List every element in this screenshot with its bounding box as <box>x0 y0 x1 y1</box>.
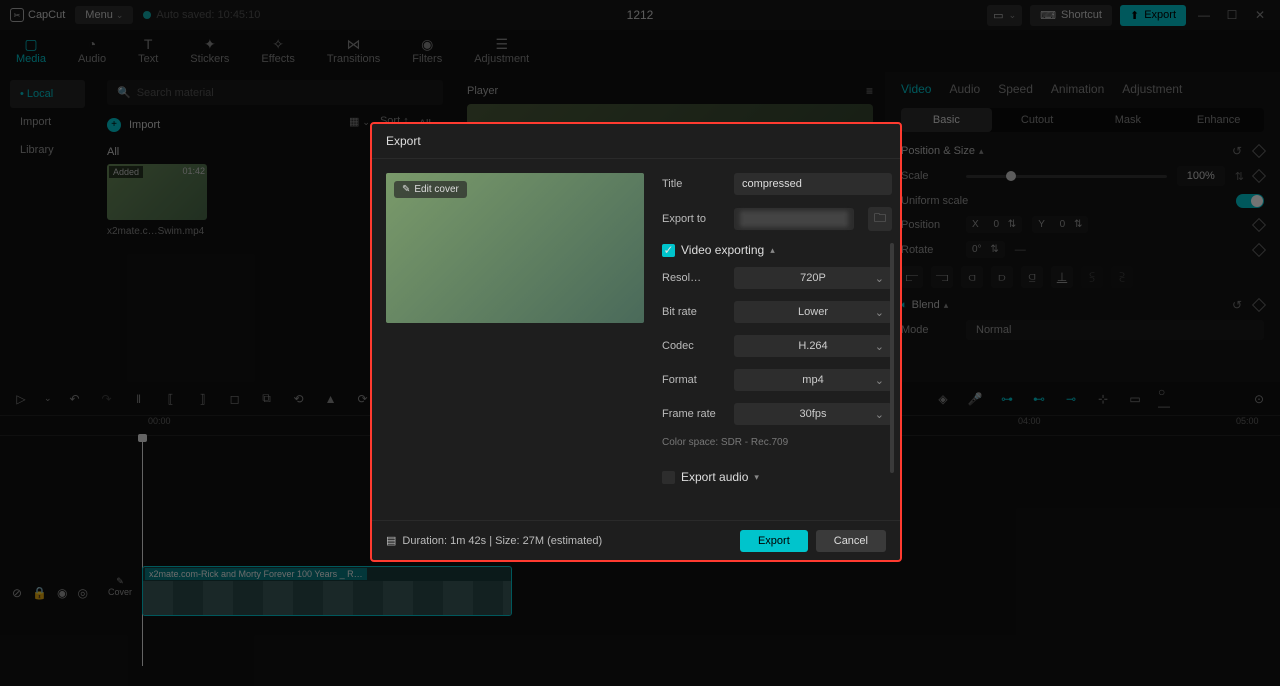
chevron-up-icon: ▴ <box>770 245 775 256</box>
resolution-select[interactable]: 720P <box>734 267 892 289</box>
codec-select[interactable]: H.264 <box>734 335 892 357</box>
title-input[interactable] <box>734 173 892 195</box>
export-to-label: Export to <box>662 213 724 225</box>
export-audio-checkbox[interactable] <box>662 471 675 484</box>
resolution-label: Resol… <box>662 272 724 284</box>
modal-title: Export <box>372 124 900 159</box>
export-preview: ✎ Edit cover <box>386 173 644 323</box>
colorspace-note: Color space: SDR - Rec.709 <box>662 437 892 448</box>
title-label: Title <box>662 178 724 190</box>
export-audio-section[interactable]: Export audio ▾ <box>662 470 892 484</box>
format-label: Format <box>662 374 724 386</box>
export-info: ▤ Duration: 1m 42s | Size: 27M (estimate… <box>386 534 602 547</box>
format-select[interactable]: mp4 <box>734 369 892 391</box>
chevron-down-icon: ▾ <box>754 472 759 483</box>
export-modal: Export ✎ Edit cover Title Export to <box>370 122 902 562</box>
modal-footer: ▤ Duration: 1m 42s | Size: 27M (estimate… <box>372 520 900 560</box>
video-exporting-section[interactable]: ✓ Video exporting ▴ <box>662 243 892 257</box>
film-icon: ▤ <box>386 534 396 547</box>
video-exporting-checkbox[interactable]: ✓ <box>662 244 675 257</box>
cancel-button[interactable]: Cancel <box>816 530 886 552</box>
export-form: Title Export to 🗀 ✓ Video exporting ▴ R <box>662 173 892 506</box>
framerate-label: Frame rate <box>662 408 724 420</box>
folder-icon: 🗀 <box>874 209 886 230</box>
bitrate-select[interactable]: Lower <box>734 301 892 323</box>
form-scrollbar[interactable] <box>890 243 894 473</box>
edit-cover-button[interactable]: ✎ Edit cover <box>394 181 467 198</box>
bitrate-label: Bit rate <box>662 306 724 318</box>
pencil-icon: ✎ <box>402 184 410 195</box>
framerate-select[interactable]: 30fps <box>734 403 892 425</box>
codec-label: Codec <box>662 340 724 352</box>
export-confirm-button[interactable]: Export <box>740 530 808 552</box>
export-path-input[interactable] <box>734 208 854 230</box>
browse-folder-button[interactable]: 🗀 <box>868 207 892 231</box>
